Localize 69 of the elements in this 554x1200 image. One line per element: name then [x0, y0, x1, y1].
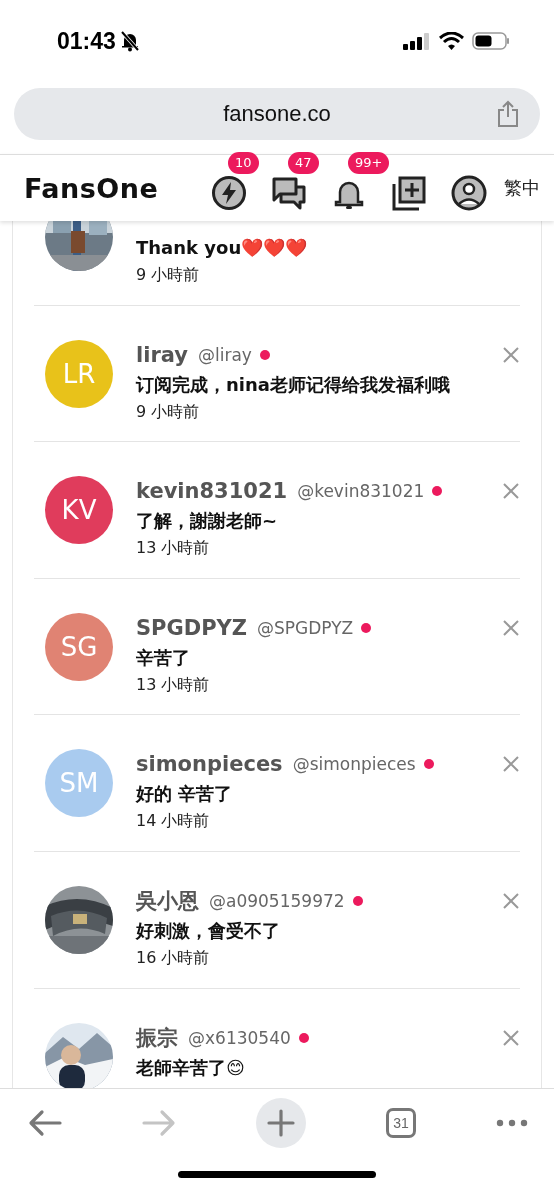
message-text: 了解，謝謝老師~ [136, 509, 279, 534]
close-button[interactable] [502, 891, 520, 910]
time-ago: 16 小時前 [136, 946, 211, 969]
count-badge: 99+ [348, 152, 390, 174]
chat-icon [271, 175, 307, 211]
close-button[interactable] [502, 618, 520, 637]
close-button[interactable] [502, 482, 520, 501]
more-button[interactable] [496, 1119, 528, 1127]
header-icon-button[interactable] [210, 174, 248, 212]
user-name[interactable]: simonpieces [136, 752, 283, 777]
header-icon-button[interactable] [450, 174, 488, 212]
user-name[interactable]: 振宗 [136, 1023, 178, 1052]
time-ago: 9 小時前 [136, 264, 201, 286]
share-icon[interactable] [496, 100, 520, 128]
user-handle: @simonpieces [292, 754, 416, 775]
count-badge: 10 [228, 152, 259, 174]
plus-icon [267, 1109, 295, 1137]
lightning-icon [211, 175, 247, 211]
time-ago: 9 小時前 [136, 400, 201, 423]
back-button[interactable] [28, 1109, 62, 1137]
close-icon [502, 618, 520, 637]
user-handle: @x6130540 [188, 1027, 291, 1048]
back-arrow-icon [28, 1109, 62, 1137]
message-text: 好刺激，會受不了 [136, 918, 281, 943]
avatar: LR [45, 339, 113, 408]
address-bar[interactable]: fansone.co [14, 88, 540, 140]
message-text: 好的 辛苦了 [136, 782, 234, 807]
avatar: SG [45, 612, 113, 681]
user-handle: @kevin831021 [297, 481, 425, 502]
header-icon-button[interactable] [390, 174, 428, 212]
close-button[interactable] [502, 345, 520, 364]
status-time: 01:43 [57, 27, 116, 56]
bell-slash-icon [119, 30, 140, 52]
close-icon [502, 755, 520, 774]
message-text: 老師辛苦了😊 [136, 1055, 246, 1080]
url-text: fansone.co [223, 101, 331, 127]
count-badge: 47 [288, 152, 319, 174]
user-name[interactable]: kevin831021 [136, 479, 288, 504]
close-icon [502, 345, 520, 364]
new-tab-button[interactable] [256, 1098, 306, 1148]
battery-icon [472, 32, 510, 50]
more-icon [496, 1119, 528, 1127]
wifi-icon [439, 32, 464, 50]
close-button[interactable] [502, 1028, 520, 1047]
message-text: 订阅完成，nina老师记得给我发福利哦 [136, 372, 451, 397]
time-ago: 14 小時前 [136, 810, 211, 833]
user-name[interactable]: SPGDPYZ [136, 615, 247, 640]
user-name[interactable]: liray [136, 342, 188, 367]
close-icon [502, 891, 520, 910]
add-square-icon [391, 175, 427, 211]
close-icon [502, 482, 520, 501]
tabs-button[interactable]: 31 [386, 1108, 416, 1138]
user-handle: @SPGDPYZ [257, 617, 354, 638]
language-link[interactable]: 繁中 [504, 176, 540, 200]
user-handle: @a0905159972 [209, 890, 345, 911]
time-ago: 13 小時前 [136, 537, 211, 560]
message-text: 辛苦了 [136, 645, 191, 670]
close-button[interactable] [502, 755, 520, 774]
signal-icon [403, 32, 431, 50]
avatar: KV [45, 476, 113, 545]
logo[interactable]: FansOne [24, 172, 159, 204]
user-handle: @liray [197, 344, 252, 365]
user-name[interactable]: 吳小恩 [136, 886, 199, 915]
profile-icon [451, 175, 487, 211]
time-ago: 13 小時前 [136, 673, 211, 696]
close-icon [502, 1028, 520, 1047]
message-text: Thank you❤❤❤ [136, 236, 309, 260]
forward-arrow-icon [142, 1109, 176, 1137]
avatar: SM [45, 749, 113, 818]
